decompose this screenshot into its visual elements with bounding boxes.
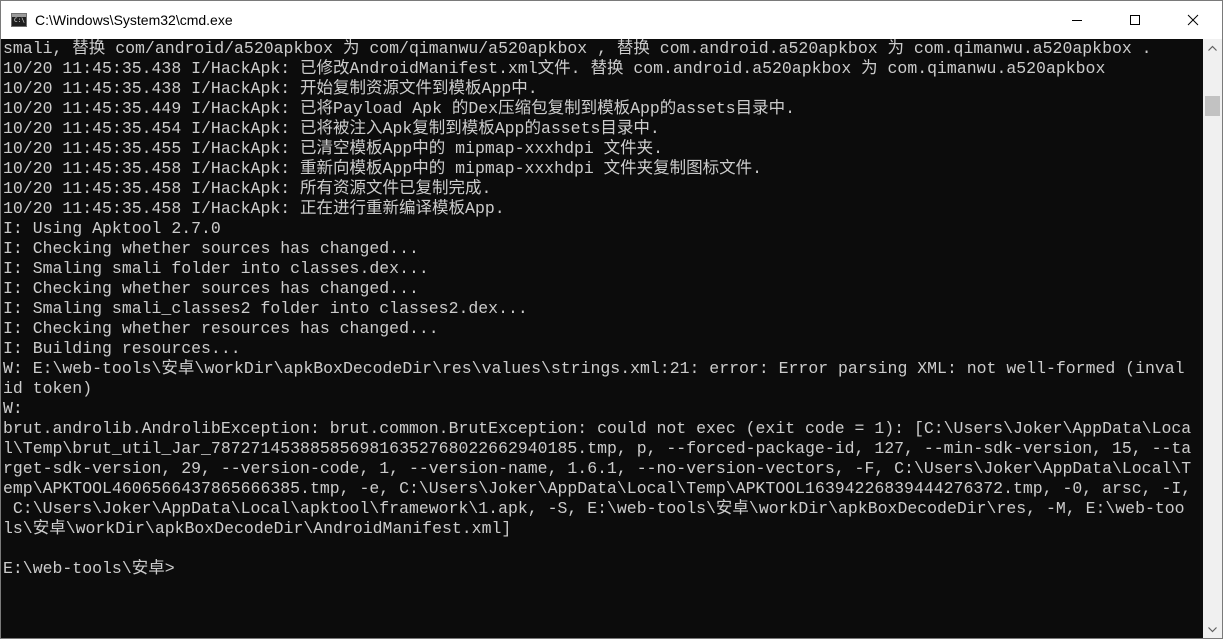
console-line: 10/20 11:45:35.438 I/HackApk: 开始复制资源文件到模…	[3, 79, 538, 98]
console-line: ls\安卓\workDir\apkBoxDecodeDir\AndroidMan…	[3, 519, 512, 538]
chevron-down-icon	[1208, 626, 1217, 632]
chevron-up-icon	[1208, 45, 1217, 51]
console-output[interactable]: smali, 替换 com/android/a520apkbox 为 com/q…	[1, 39, 1203, 638]
window-controls	[1048, 1, 1222, 39]
title-bar[interactable]: C:\Windows\System32\cmd.exe	[1, 1, 1222, 39]
console-line: I: Using Apktool 2.7.0	[3, 219, 221, 238]
console-line: emp\APKTOOL4606566437865666385.tmp, -e, …	[3, 479, 1192, 498]
console-line: I: Checking whether resources has change…	[3, 319, 439, 338]
console-line: id token)	[3, 379, 93, 398]
console-line: 10/20 11:45:35.458 I/HackApk: 重新向模板App中的…	[3, 159, 763, 178]
command-prompt[interactable]: E:\web-tools\安卓>	[1, 559, 1203, 579]
window-title: C:\Windows\System32\cmd.exe	[35, 12, 233, 28]
console-line: l\Temp\brut_util_Jar_7872714538858569816…	[3, 439, 1192, 458]
close-button[interactable]	[1164, 1, 1222, 39]
console-line: brut.androlib.AndrolibException: brut.co…	[3, 419, 1192, 438]
cmd-window: C:\Windows\System32\cmd.exe sma	[0, 0, 1223, 639]
minimize-icon	[1072, 20, 1082, 21]
console-line: I: Smaling smali_classes2 folder into cl…	[3, 299, 528, 318]
console-line: 10/20 11:45:35.454 I/HackApk: 已将被注入Apk复制…	[3, 119, 660, 138]
scroll-down-button[interactable]	[1203, 621, 1222, 638]
console-line: I: Checking whether sources has changed.…	[3, 279, 419, 298]
minimize-button[interactable]	[1048, 1, 1106, 39]
console-line: C:\Users\Joker\AppData\Local\apktool\fra…	[3, 499, 1185, 518]
console-line: 10/20 11:45:35.458 I/HackApk: 正在进行重新编译模板…	[3, 199, 505, 218]
console-app-icon[interactable]	[11, 13, 27, 27]
scrollbar-thumb[interactable]	[1205, 96, 1220, 116]
console-line: rget-sdk-version, 29, --version-code, 1,…	[3, 459, 1192, 478]
close-icon	[1187, 14, 1199, 26]
console-line: 10/20 11:45:35.458 I/HackApk: 所有资源文件已复制完…	[3, 179, 492, 198]
console-line: I: Smaling smali folder into classes.dex…	[3, 259, 429, 278]
console-line: smali, 替换 com/android/a520apkbox 为 com/q…	[3, 39, 1152, 58]
console-line: W: E:\web-tools\安卓\workDir\apkBoxDecodeD…	[3, 359, 1185, 378]
maximize-icon	[1130, 15, 1140, 25]
console-line: 10/20 11:45:35.449 I/HackApk: 已将Payload …	[3, 99, 796, 118]
console-line: W:	[3, 399, 23, 418]
scroll-up-button[interactable]	[1203, 39, 1222, 56]
console-line: 10/20 11:45:35.438 I/HackApk: 已修改Android…	[3, 59, 1106, 78]
maximize-button[interactable]	[1106, 1, 1164, 39]
console-line: I: Checking whether sources has changed.…	[3, 239, 419, 258]
console-line: 10/20 11:45:35.455 I/HackApk: 已清空模板App中的…	[3, 139, 664, 158]
vertical-scrollbar[interactable]	[1203, 39, 1222, 638]
console-line: I: Building resources...	[3, 339, 241, 358]
console-lines: smali, 替换 com/android/a520apkbox 为 com/q…	[1, 39, 1203, 579]
